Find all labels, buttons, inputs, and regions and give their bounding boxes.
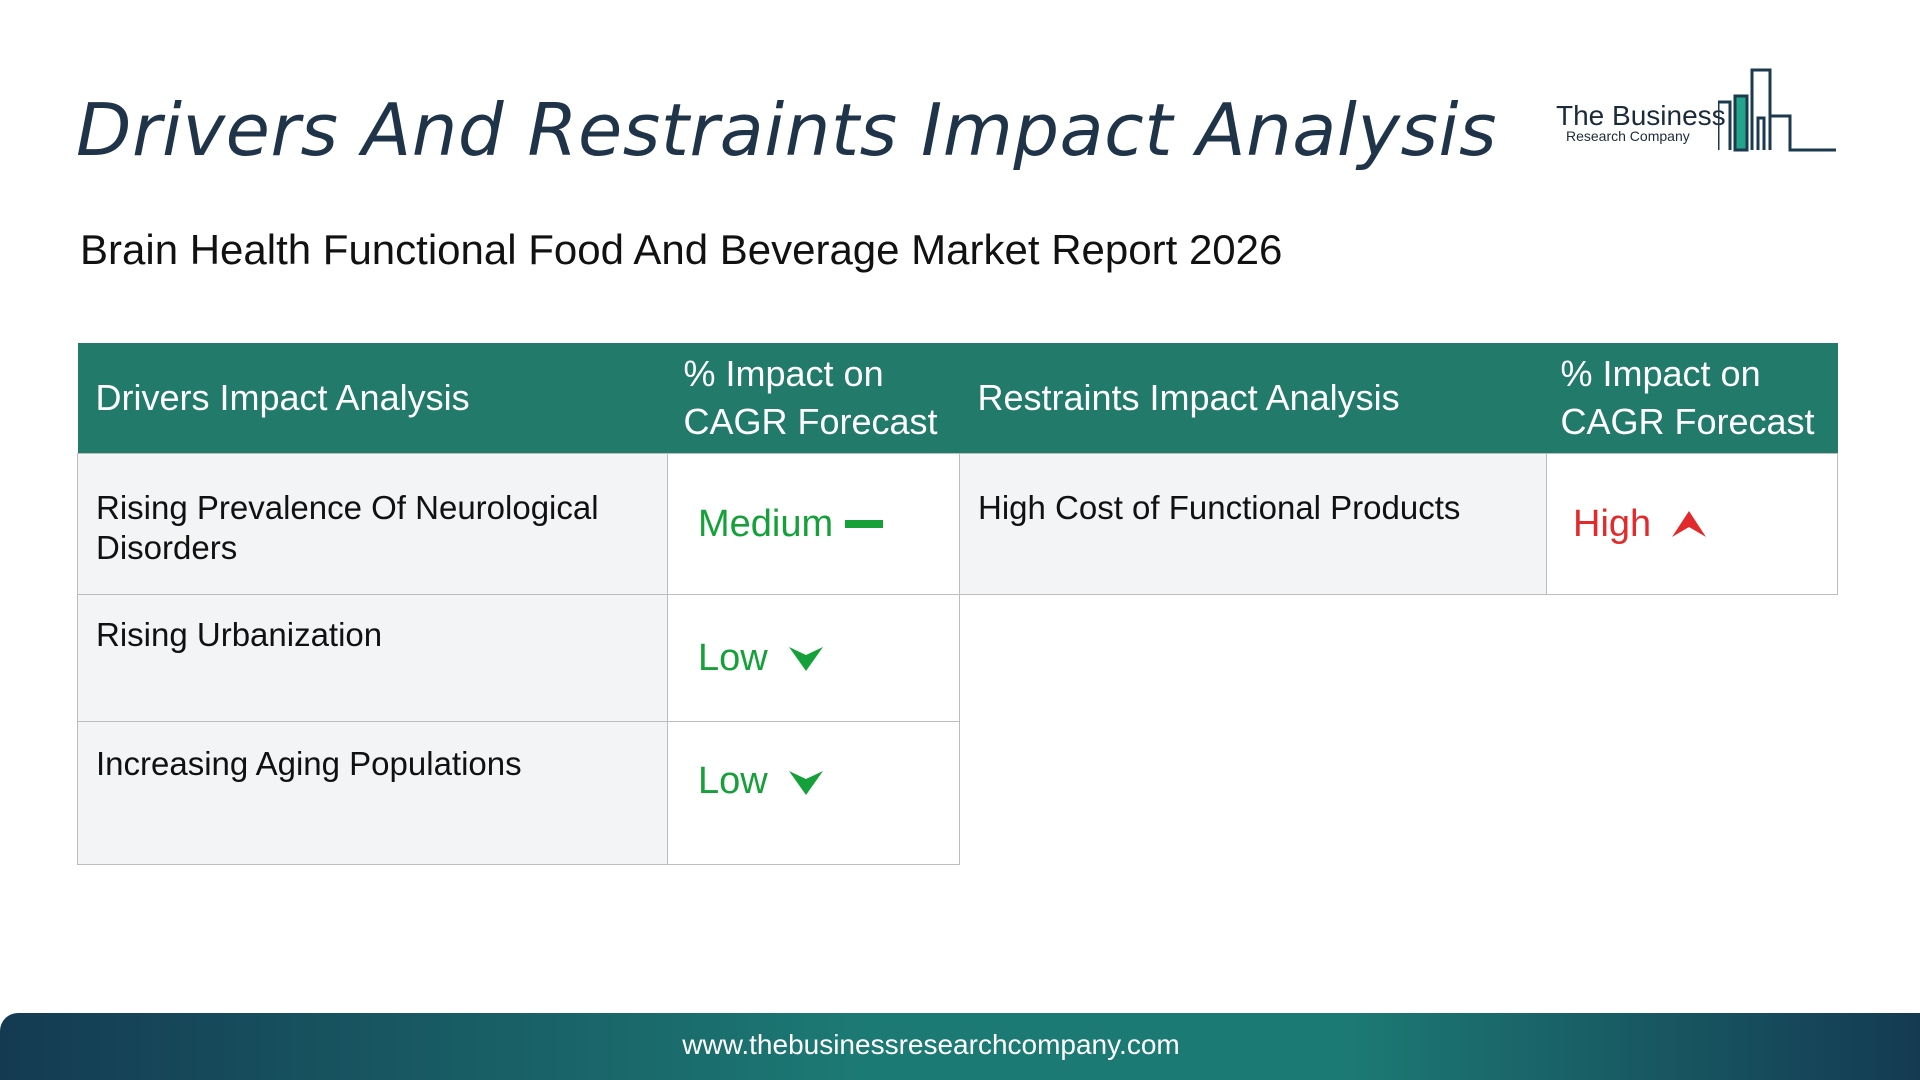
driver-label: Rising Urbanization (77, 594, 668, 722)
driver-impact-cell: Medium (667, 453, 960, 595)
footer-url[interactable]: www.thebusinessresearchcompany.com (0, 1029, 1862, 1061)
table-row: Rising Prevalence Of Neurological Disord… (77, 453, 960, 595)
slide: Drivers And Restraints Impact Analysis B… (0, 0, 1920, 1080)
report-subtitle: Brain Health Functional Food And Beverag… (80, 226, 1283, 273)
table-row: High Cost of Functional Products High (959, 453, 1838, 595)
impact-value: Medium (698, 503, 885, 546)
logo-bars-icon (1718, 68, 1836, 152)
chevron-down-icon (788, 643, 824, 673)
impact-text: High (1573, 502, 1652, 545)
restraint-impact-cell: High (1546, 453, 1838, 595)
drivers-header-row: Drivers Impact Analysis % Impact on CAGR… (77, 343, 960, 454)
table-row: Increasing Aging Populations Low (77, 721, 960, 865)
driver-impact-cell: Low (667, 721, 960, 865)
dash-icon (843, 517, 885, 531)
drivers-header-impact: % Impact on CAGR Forecast (667, 343, 960, 454)
drivers-header-label: Drivers Impact Analysis (77, 343, 668, 454)
impact-value: Low (698, 760, 824, 803)
company-logo: The Business Research Company (1550, 66, 1840, 156)
driver-label: Rising Prevalence Of Neurological Disord… (77, 453, 668, 595)
footer-bar: www.thebusinessresearchcompany.com (0, 1013, 1920, 1080)
impact-text: Low (698, 636, 768, 679)
restraint-label: High Cost of Functional Products (959, 453, 1547, 595)
restraints-header-label: Restraints Impact Analysis (959, 343, 1547, 454)
arrow-up-icon (1671, 509, 1707, 539)
impact-text: Low (698, 760, 768, 802)
drivers-table: Drivers Impact Analysis % Impact on CAGR… (77, 343, 960, 865)
driver-impact-cell: Low (667, 594, 960, 722)
restraints-header-impact: % Impact on CAGR Forecast (1546, 343, 1838, 454)
table-row: Rising Urbanization Low (77, 594, 960, 722)
impact-text: Medium (698, 502, 834, 545)
impact-value: High (1573, 503, 1707, 546)
restraints-header-row: Restraints Impact Analysis % Impact on C… (959, 343, 1838, 454)
chevron-down-icon (788, 767, 824, 797)
restraints-table: Restraints Impact Analysis % Impact on C… (959, 343, 1838, 595)
driver-label: Increasing Aging Populations (77, 721, 668, 865)
logo-line2: Research Company (1566, 128, 1690, 144)
page-title: Drivers And Restraints Impact Analysis (76, 88, 1498, 172)
impact-value: Low (698, 637, 824, 680)
